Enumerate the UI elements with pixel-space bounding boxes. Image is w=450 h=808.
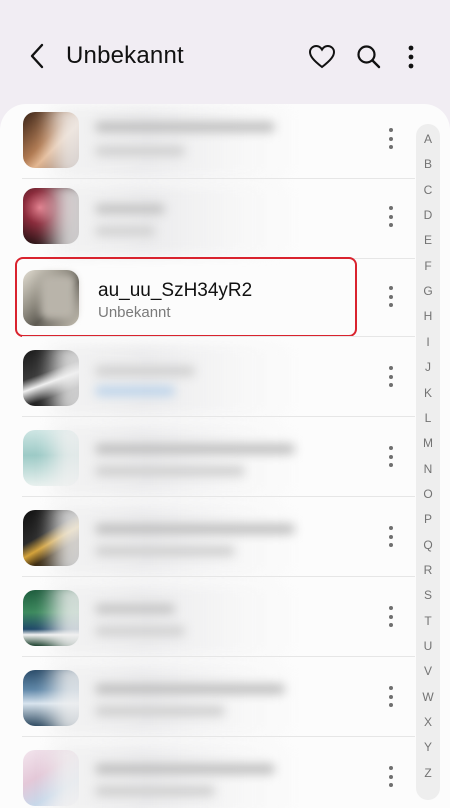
item-more-button[interactable] xyxy=(384,206,398,232)
blurred-text xyxy=(95,706,225,716)
blurred-content xyxy=(40,664,300,736)
blurred-text xyxy=(95,122,275,132)
divider xyxy=(22,576,415,577)
index-letter-x[interactable]: X xyxy=(416,715,440,729)
blurred-content xyxy=(40,744,300,808)
index-letter-q[interactable]: Q xyxy=(416,538,440,552)
song-list-panel: au_uu_SzH34yR2 Unbekannt ABCDEFGHIJKLMNO… xyxy=(0,104,450,808)
index-letter-j[interactable]: J xyxy=(416,360,440,374)
item-more-button[interactable] xyxy=(384,526,398,552)
favorite-button[interactable] xyxy=(307,42,337,72)
item-more-button[interactable] xyxy=(384,446,398,472)
blurred-content xyxy=(40,344,300,416)
search-icon xyxy=(357,45,381,69)
index-letter-k[interactable]: K xyxy=(416,386,440,400)
blurred-content xyxy=(40,106,300,178)
index-letter-b[interactable]: B xyxy=(416,157,440,171)
search-button[interactable] xyxy=(354,42,384,72)
blurred-text xyxy=(95,546,235,556)
blurred-content xyxy=(40,424,300,496)
item-more-button[interactable] xyxy=(384,606,398,632)
list-item[interactable] xyxy=(0,422,410,502)
divider xyxy=(22,178,415,179)
blurred-text xyxy=(95,524,295,534)
list-item[interactable] xyxy=(0,582,410,662)
divider xyxy=(22,736,415,737)
blurred-text xyxy=(95,684,285,694)
song-artist: Unbekannt xyxy=(98,304,171,321)
back-button[interactable] xyxy=(24,42,52,70)
blurred-content xyxy=(40,184,300,256)
index-letter-t[interactable]: T xyxy=(416,614,440,628)
item-more-button[interactable] xyxy=(384,366,398,392)
index-letter-m[interactable]: M xyxy=(416,436,440,450)
index-letter-l[interactable]: L xyxy=(416,411,440,425)
list-item[interactable] xyxy=(0,182,410,262)
blurred-text xyxy=(95,366,195,376)
index-letter-h[interactable]: H xyxy=(416,309,440,323)
index-letter-p[interactable]: P xyxy=(416,512,440,526)
index-letter-i[interactable]: I xyxy=(416,335,440,349)
item-more-button[interactable] xyxy=(384,766,398,792)
list-item[interactable] xyxy=(0,662,410,742)
divider xyxy=(22,416,415,417)
blurred-text xyxy=(95,786,215,796)
blurred-text xyxy=(95,764,275,774)
blurred-text xyxy=(95,386,175,396)
item-more-button[interactable] xyxy=(384,128,398,154)
blurred-content xyxy=(40,584,300,656)
more-options-button[interactable] xyxy=(399,42,423,72)
index-letter-w[interactable]: W xyxy=(416,690,440,704)
blurred-text xyxy=(95,466,245,476)
index-letter-f[interactable]: F xyxy=(416,259,440,273)
blurred-text xyxy=(95,226,155,236)
blurred-text xyxy=(95,204,165,214)
list-item[interactable] xyxy=(0,104,410,184)
alphabet-index-bar[interactable]: ABCDEFGHIJKLMNOPQRSTUVWXYZ xyxy=(416,124,440,800)
blurred-text xyxy=(95,444,295,454)
divider xyxy=(22,496,415,497)
index-letter-u[interactable]: U xyxy=(416,639,440,653)
list-item[interactable] xyxy=(0,342,410,422)
index-letter-e[interactable]: E xyxy=(416,233,440,247)
page-title: Unbekannt xyxy=(66,42,184,69)
divider xyxy=(22,656,415,657)
index-letter-s[interactable]: S xyxy=(416,588,440,602)
heart-icon xyxy=(308,44,336,69)
blurred-text xyxy=(95,604,175,614)
index-letter-v[interactable]: V xyxy=(416,664,440,678)
divider xyxy=(22,336,415,337)
blurred-text xyxy=(95,626,185,636)
list-item[interactable] xyxy=(0,502,410,582)
more-vert-icon xyxy=(408,45,414,69)
index-letter-r[interactable]: R xyxy=(416,563,440,577)
app-header: Unbekannt xyxy=(0,0,450,104)
index-letter-z[interactable]: Z xyxy=(416,766,440,780)
blurred-content xyxy=(40,504,300,576)
song-title: au_uu_SzH34yR2 xyxy=(98,280,253,301)
index-letter-o[interactable]: O xyxy=(416,487,440,501)
back-arrow-icon xyxy=(30,43,44,69)
index-letter-g[interactable]: G xyxy=(416,284,440,298)
blurred-text xyxy=(95,146,185,156)
item-more-button[interactable] xyxy=(384,686,398,712)
index-letter-y[interactable]: Y xyxy=(416,740,440,754)
index-letter-c[interactable]: C xyxy=(416,183,440,197)
index-letter-d[interactable]: D xyxy=(416,208,440,222)
index-letter-a[interactable]: A xyxy=(416,132,440,146)
index-letter-n[interactable]: N xyxy=(416,462,440,476)
list-item[interactable] xyxy=(0,742,410,808)
item-more-button[interactable] xyxy=(384,286,398,312)
